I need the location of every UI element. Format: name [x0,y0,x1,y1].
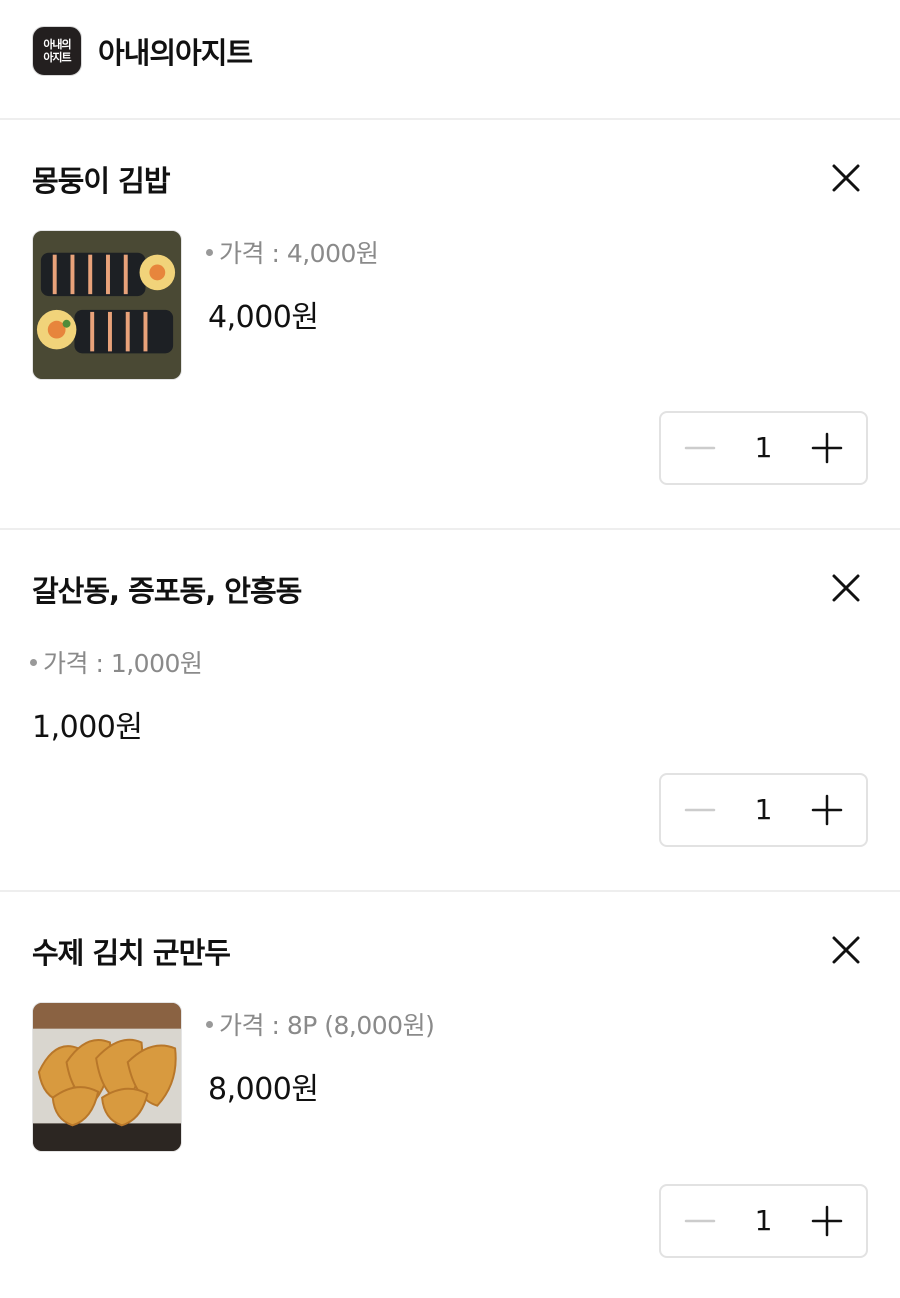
increase-quantity-button[interactable] [792,775,862,845]
dumpling-image [33,1003,181,1151]
item-name: 갈산동, 증포동, 안흥동 [32,574,302,608]
store-logo-line1: 아내의 [43,38,71,51]
item-option: 가격 : 1,000원 [30,644,203,680]
item-option: 가격 : 8P (8,000원) [206,1006,435,1042]
item-image [32,1002,182,1152]
kimbap-image [33,231,181,379]
plus-icon [811,1205,843,1237]
remove-item-button[interactable] [830,572,862,604]
increase-quantity-button[interactable] [792,413,862,483]
increase-quantity-button[interactable] [792,1186,862,1256]
item-image [32,230,182,380]
store-logo: 아내의 아지트 [32,26,82,76]
bullet-icon [30,658,37,666]
minus-icon [684,808,716,812]
item-name: 몽둥이 김밥 [32,164,170,198]
minus-icon [684,446,716,450]
item-price: 4,000원 [208,300,319,335]
decrease-quantity-button[interactable] [665,413,735,483]
close-icon [832,936,860,964]
item-option-text: 가격 : 1,000원 [43,649,203,678]
minus-icon [684,1219,716,1223]
store-logo-line2: 아지트 [43,51,71,64]
store-header: 아내의 아지트 아내의아지트 [0,0,900,120]
item-price: 8,000원 [208,1072,319,1107]
plus-icon [811,794,843,826]
bullet-icon [206,248,213,256]
remove-item-button[interactable] [830,162,862,194]
item-option-text: 가격 : 8P (8,000원) [219,1011,435,1040]
quantity-stepper: 1 [659,411,868,485]
quantity-value: 1 [754,793,773,826]
item-name: 수제 김치 군만두 [32,936,231,970]
store-name: 아내의아지트 [98,36,253,70]
cart-item: 갈산동, 증포동, 안흥동 가격 : 1,000원 1,000원 1 [0,530,900,892]
plus-icon [811,432,843,464]
bullet-icon [206,1020,213,1028]
decrease-quantity-button[interactable] [665,775,735,845]
quantity-value: 1 [754,1204,773,1237]
cart-item: 수제 김치 군만두 가격 : 8P (8,000원) 8,000원 1 [0,892,900,1298]
close-icon [832,164,860,192]
cart-item: 몽둥이 김밥 가격 : 4,000원 4,000원 1 [0,120,900,530]
item-option: 가격 : 4,000원 [206,234,379,270]
remove-item-button[interactable] [830,934,862,966]
quantity-stepper: 1 [659,773,868,847]
item-option-text: 가격 : 4,000원 [219,239,379,268]
item-price: 1,000원 [32,710,143,745]
quantity-stepper: 1 [659,1184,868,1258]
close-icon [832,574,860,602]
quantity-value: 1 [754,431,773,464]
decrease-quantity-button[interactable] [665,1186,735,1256]
